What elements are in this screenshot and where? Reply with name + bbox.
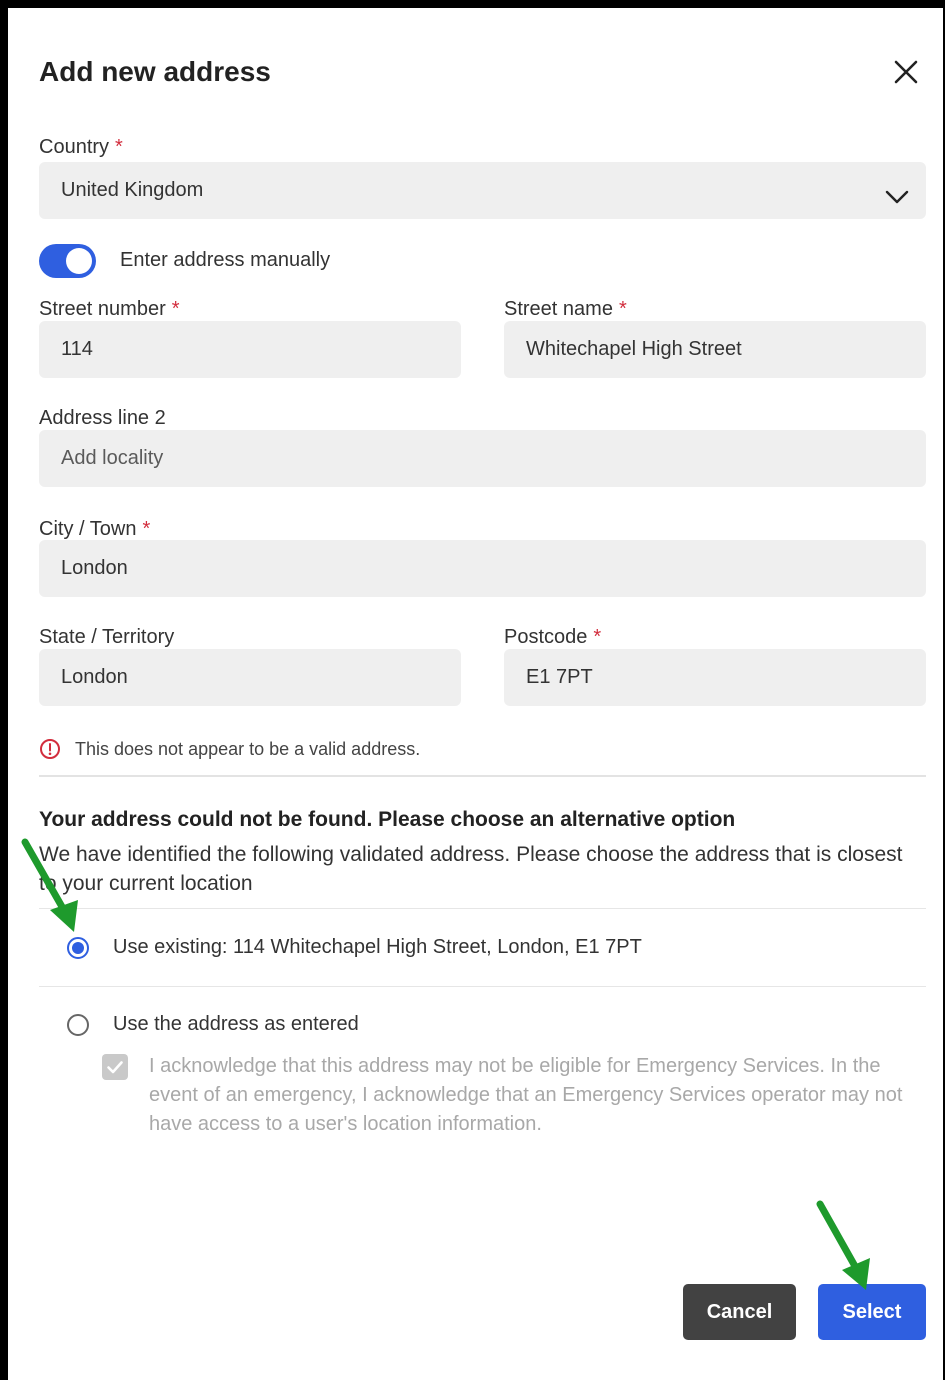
add-address-dialog: Add new address Country * United Kingdom … bbox=[8, 8, 943, 1380]
street-name-label: Street name * bbox=[504, 298, 627, 321]
dialog-title: Add new address bbox=[39, 56, 271, 87]
street-number-label-text: Street number bbox=[39, 298, 166, 320]
divider bbox=[39, 908, 926, 909]
state-input[interactable]: London bbox=[39, 649, 461, 706]
use-as-entered-label[interactable]: Use the address as entered bbox=[113, 1013, 359, 1036]
required-marker: * bbox=[142, 518, 151, 540]
acknowledge-checkbox[interactable] bbox=[102, 1054, 128, 1080]
postcode-label-text: Postcode bbox=[504, 626, 588, 648]
use-existing-label[interactable]: Use existing: 114 Whitechapel High Stree… bbox=[113, 936, 642, 959]
address-line-2-input[interactable]: Add locality bbox=[39, 430, 926, 487]
required-marker: * bbox=[115, 136, 123, 158]
street-name-label-text: Street name bbox=[504, 298, 613, 320]
manual-address-toggle-label: Enter address manually bbox=[120, 249, 331, 271]
toggle-knob bbox=[66, 248, 92, 274]
close-icon[interactable] bbox=[892, 58, 920, 86]
chevron-down-icon[interactable] bbox=[884, 184, 910, 210]
divider bbox=[39, 775, 926, 777]
error-icon bbox=[40, 739, 60, 759]
required-marker: * bbox=[593, 626, 602, 648]
country-select[interactable]: United Kingdom bbox=[39, 162, 926, 219]
country-label: Country * bbox=[39, 136, 123, 159]
use-as-entered-radio[interactable] bbox=[67, 1014, 89, 1036]
alternatives-title: Your address could not be found. Please … bbox=[39, 808, 736, 831]
street-number-input[interactable]: 114 bbox=[39, 321, 461, 378]
use-existing-radio[interactable] bbox=[67, 937, 89, 959]
required-marker: * bbox=[618, 298, 627, 320]
required-marker: * bbox=[171, 298, 180, 320]
city-input[interactable]: London bbox=[39, 540, 926, 597]
street-name-input[interactable]: Whitechapel High Street bbox=[504, 321, 926, 378]
select-button[interactable]: Select bbox=[818, 1284, 926, 1340]
city-label-text: City / Town bbox=[39, 518, 137, 540]
postcode-input[interactable]: E1 7PT bbox=[504, 649, 926, 706]
cancel-button[interactable]: Cancel bbox=[683, 1284, 796, 1340]
postcode-label: Postcode * bbox=[504, 626, 601, 649]
country-label-text: Country bbox=[39, 136, 110, 158]
divider bbox=[39, 986, 926, 987]
city-label: City / Town * bbox=[39, 518, 150, 541]
alternatives-description: We have identified the following validat… bbox=[39, 843, 903, 895]
address-error-message: This does not appear to be a valid addre… bbox=[39, 738, 420, 760]
country-select-value: United Kingdom bbox=[61, 179, 204, 201]
error-text: This does not appear to be a valid addre… bbox=[75, 738, 421, 759]
check-icon bbox=[107, 1061, 123, 1074]
manual-address-toggle[interactable] bbox=[39, 244, 96, 278]
acknowledgement-text: I acknowledge that this address may not … bbox=[149, 1055, 903, 1135]
street-number-label: Street number * bbox=[39, 298, 180, 321]
address-line-2-label: Address line 2 bbox=[39, 407, 166, 429]
state-label: State / Territory bbox=[39, 626, 175, 648]
